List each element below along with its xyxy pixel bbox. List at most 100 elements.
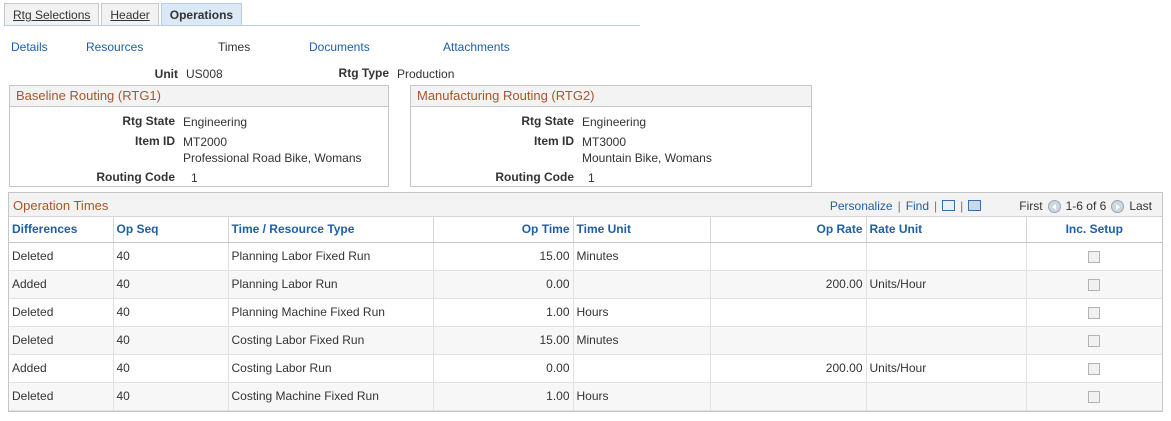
- manufacturing-routing-title: Manufacturing Routing (RTG2): [411, 86, 811, 107]
- inc-setup-checkbox[interactable]: [1088, 362, 1101, 375]
- cell-op-seq: 40: [113, 298, 229, 327]
- find-link[interactable]: Find: [906, 199, 929, 213]
- manufacturing-routing-code-value: 1: [588, 171, 595, 185]
- cell-op-seq: 40: [113, 382, 229, 411]
- grid-toolbar: Personalize | Find | | First 1-6 of 6 La…: [830, 199, 1152, 213]
- cell-differences: Deleted: [9, 326, 114, 355]
- cell-op-time: 1.00: [433, 298, 574, 327]
- cell-type: Costing Machine Fixed Run: [228, 382, 434, 411]
- cell-differences: Added: [9, 354, 114, 383]
- personalize-link[interactable]: Personalize: [830, 199, 893, 213]
- col-time-unit-header[interactable]: Time Unit: [573, 217, 711, 243]
- cell-op-time: 15.00: [433, 326, 574, 355]
- inc-setup-checkbox[interactable]: [1088, 250, 1101, 263]
- cell-rate-unit: [866, 382, 1027, 411]
- last-label: Last: [1129, 199, 1152, 213]
- cell-time-unit: Hours: [573, 298, 711, 327]
- cell-inc-setup: [1026, 298, 1162, 327]
- grid-title: Operation Times: [13, 198, 109, 213]
- subnav-details-link[interactable]: Details: [11, 40, 48, 54]
- first-label: First: [1019, 199, 1043, 213]
- col-differences-header[interactable]: Differences: [9, 217, 114, 243]
- toolbar-separator: |: [934, 199, 938, 213]
- cell-op-rate: [710, 242, 867, 271]
- tab-operations[interactable]: Operations: [160, 3, 243, 26]
- tab-rtg-selections[interactable]: Rtg Selections: [4, 3, 100, 26]
- table-header-row: Differences Op Seq Time / Resource Type …: [9, 217, 1162, 243]
- cell-op-time: 1.00: [433, 382, 574, 411]
- cell-op-rate: [710, 382, 867, 411]
- previous-page-icon[interactable]: [1047, 199, 1061, 213]
- cell-op-rate: [710, 298, 867, 327]
- view-all-icon[interactable]: [942, 199, 956, 211]
- cell-rate-unit: Units/Hour: [866, 354, 1027, 383]
- cell-op-rate: 200.00: [710, 270, 867, 299]
- subnav-attachments-link[interactable]: Attachments: [443, 40, 510, 54]
- table-row: Deleted 40 Planning Labor Fixed Run 15.0…: [9, 242, 1162, 271]
- baseline-routing-code-value: 1: [191, 171, 198, 185]
- col-inc-setup-header[interactable]: Inc. Setup: [1026, 217, 1162, 243]
- manufacturing-item-description: Mountain Bike, Womans: [582, 151, 712, 165]
- cell-op-time: 15.00: [433, 242, 574, 271]
- inc-setup-checkbox[interactable]: [1088, 390, 1101, 403]
- cell-inc-setup: [1026, 326, 1162, 355]
- cell-op-seq: 40: [113, 354, 229, 383]
- cell-op-seq: 40: [113, 242, 229, 271]
- table-row: Added 40 Planning Labor Run 0.00 200.00 …: [9, 270, 1162, 299]
- next-page-icon[interactable]: [1111, 199, 1125, 213]
- subnav-resources-link[interactable]: Resources: [86, 40, 143, 54]
- baseline-item-id-value: MT2000: [183, 135, 228, 149]
- operation-times-grid: Operation Times Personalize | Find | | F…: [8, 192, 1163, 412]
- cell-rate-unit: [866, 298, 1027, 327]
- row-range: 1-6 of 6: [1065, 199, 1107, 213]
- cell-inc-setup: [1026, 242, 1162, 271]
- cell-differences: Deleted: [9, 382, 114, 411]
- table-row: Deleted 40 Costing Labor Fixed Run 15.00…: [9, 326, 1162, 355]
- cell-time-unit: Hours: [573, 382, 711, 411]
- baseline-routing-group: Baseline Routing (RTG1) Rtg State Engine…: [9, 85, 389, 187]
- cell-inc-setup: [1026, 382, 1162, 411]
- cell-differences: Deleted: [9, 242, 114, 271]
- table-row: Added 40 Costing Labor Run 0.00 200.00 U…: [9, 354, 1162, 383]
- baseline-item-id-label: Item ID: [134, 134, 175, 148]
- cell-rate-unit: Units/Hour: [866, 270, 1027, 299]
- manufacturing-routing-group: Manufacturing Routing (RTG2) Rtg State E…: [410, 85, 812, 187]
- col-rate-unit-header[interactable]: Rate Unit: [866, 217, 1027, 243]
- cell-time-unit: [573, 270, 711, 299]
- col-type-header[interactable]: Time / Resource Type: [228, 217, 434, 243]
- inc-setup-checkbox[interactable]: [1088, 278, 1101, 291]
- baseline-routing-code-label: Routing Code: [96, 170, 175, 184]
- baseline-item-description: Professional Road Bike, Womans: [183, 151, 362, 165]
- subnav-documents-link[interactable]: Documents: [309, 40, 370, 54]
- manufacturing-routing-code-label: Routing Code: [495, 170, 574, 184]
- cell-inc-setup: [1026, 354, 1162, 383]
- cell-time-unit: Minutes: [573, 242, 711, 271]
- table-row: Deleted 40 Costing Machine Fixed Run 1.0…: [9, 382, 1162, 411]
- unit-label: Unit: [154, 67, 178, 81]
- col-op-seq-header[interactable]: Op Seq: [113, 217, 229, 243]
- baseline-rtg-state-label: Rtg State: [122, 114, 175, 128]
- cell-op-rate: 200.00: [710, 354, 867, 383]
- manufacturing-rtg-state-value: Engineering: [582, 115, 647, 129]
- cell-op-rate: [710, 326, 867, 355]
- tab-divider: [4, 25, 640, 26]
- cell-rate-unit: [866, 242, 1027, 271]
- cell-op-seq: 40: [113, 270, 229, 299]
- unit-value: US008: [186, 67, 223, 81]
- inc-setup-checkbox[interactable]: [1088, 306, 1101, 319]
- cell-rate-unit: [866, 326, 1027, 355]
- cell-differences: Added: [9, 270, 114, 299]
- toolbar-separator: |: [897, 199, 901, 213]
- cell-time-unit: [573, 354, 711, 383]
- col-op-time-header[interactable]: Op Time: [433, 217, 574, 243]
- tab-header[interactable]: Header: [101, 3, 159, 26]
- cell-inc-setup: [1026, 270, 1162, 299]
- cell-type: Planning Machine Fixed Run: [228, 298, 434, 327]
- cell-op-seq: 40: [113, 326, 229, 355]
- inc-setup-checkbox[interactable]: [1088, 334, 1101, 347]
- download-grid-icon[interactable]: [968, 199, 982, 211]
- subnav: Details Resources Times Documents Attach…: [0, 40, 640, 56]
- cell-type: Costing Labor Run: [228, 354, 434, 383]
- col-op-rate-header[interactable]: Op Rate: [710, 217, 867, 243]
- manufacturing-rtg-state-label: Rtg State: [521, 114, 574, 128]
